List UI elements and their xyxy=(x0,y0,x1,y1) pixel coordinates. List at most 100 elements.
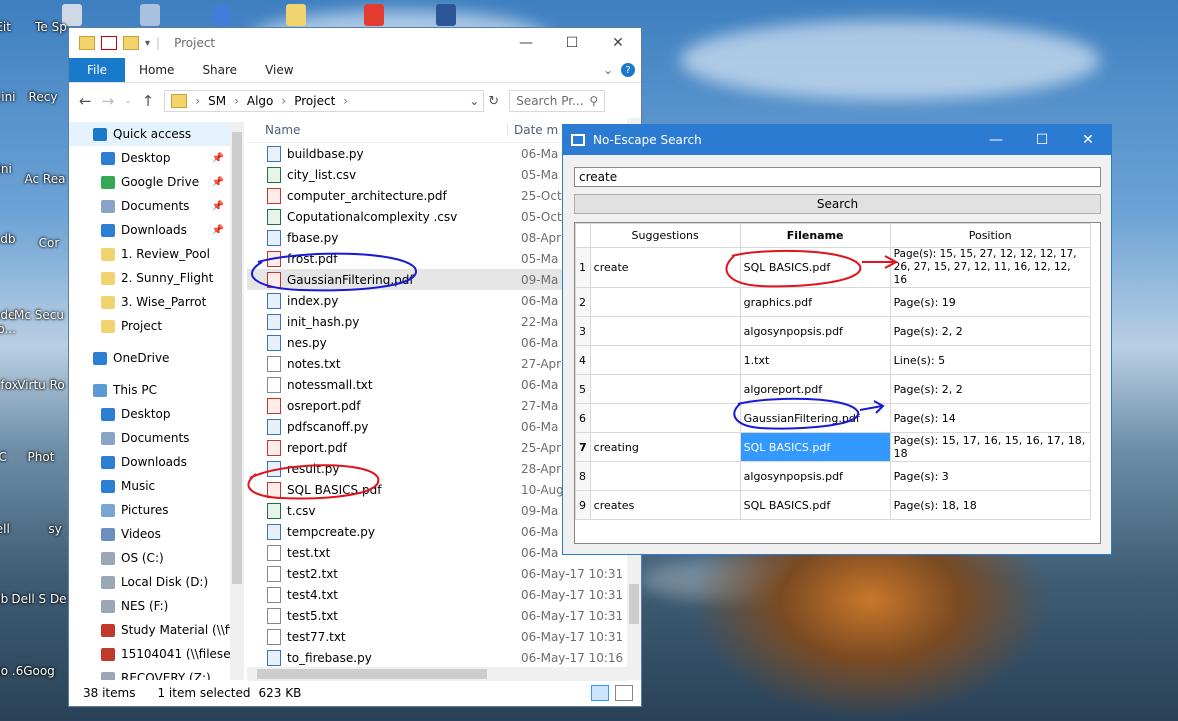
position-cell[interactable]: Page(s): 2, 2 xyxy=(889,374,1091,404)
file-row[interactable]: to_firebase.py 06-May-17 10:16 xyxy=(247,647,627,668)
nav-item[interactable]: 3. Wise_Parrot xyxy=(69,290,232,314)
recent-locations-icon[interactable]: ⌄ xyxy=(124,96,132,106)
suggestion-cell[interactable] xyxy=(589,403,741,433)
suggestion-cell[interactable]: creating xyxy=(589,432,741,462)
position-cell[interactable]: Page(s): 15, 15, 27, 12, 12, 12, 17, 26,… xyxy=(889,247,1091,288)
desktop-icon[interactable] xyxy=(286,4,306,26)
nav-item[interactable]: This PC xyxy=(69,378,232,402)
nav-item[interactable]: Documents xyxy=(69,426,232,450)
suggestion-cell[interactable]: create xyxy=(589,247,741,288)
breadcrumb-algo[interactable]: Algo xyxy=(247,94,274,108)
scroll-thumb[interactable] xyxy=(232,132,242,584)
nav-item[interactable]: Pictures xyxy=(69,498,232,522)
folder-icon[interactable] xyxy=(79,36,95,50)
large-icons-view-icon[interactable] xyxy=(615,685,633,701)
suggestion-cell[interactable]: creates xyxy=(589,490,741,520)
address-dropdown-icon[interactable]: ⌄ xyxy=(469,94,483,108)
desktop-icon[interactable]: Mc Secu xyxy=(10,308,68,322)
back-icon[interactable]: ← xyxy=(79,92,92,110)
details-view-icon[interactable] xyxy=(591,685,609,701)
filename-cell[interactable]: algosynpopsis.pdf xyxy=(739,316,891,346)
search-input[interactable]: Search Pr... ⚲ xyxy=(509,90,606,112)
pin-icon[interactable]: 📌 xyxy=(212,225,224,236)
filename-cell[interactable]: graphics.pdf xyxy=(739,287,891,317)
pin-icon[interactable]: 📌 xyxy=(212,177,224,188)
properties-icon[interactable] xyxy=(101,36,117,50)
nav-item[interactable]: Study Material (\\file xyxy=(69,618,232,642)
nav-item[interactable]: 2. Sunny_Flight xyxy=(69,266,232,290)
position-cell[interactable]: Page(s): 19 xyxy=(889,287,1091,317)
scroll-thumb[interactable] xyxy=(629,584,639,624)
desktop-icon[interactable] xyxy=(436,4,456,26)
table-row[interactable]: 2 graphics.pdf Page(s): 19 xyxy=(575,287,1091,317)
desktop-icon[interactable]: Ac Rea xyxy=(16,172,74,186)
help-icon[interactable]: ? xyxy=(621,63,635,77)
filename-cell[interactable]: algosynpopsis.pdf xyxy=(739,461,891,491)
file-row[interactable]: test77.txt 06-May-17 10:31 xyxy=(247,626,627,647)
customize-toolbar-icon[interactable]: ▾ xyxy=(145,38,150,49)
desktop-icon[interactable] xyxy=(140,4,160,26)
table-row[interactable]: 1 create SQL BASICS.pdf Page(s): 15, 15, 27… xyxy=(575,247,1091,288)
nav-item[interactable]: Music xyxy=(69,474,232,498)
table-row[interactable]: 8 algosynpopsis.pdf Page(s): 3 xyxy=(575,461,1091,491)
position-cell[interactable]: Line(s): 5 xyxy=(889,345,1091,375)
close-icon[interactable]: ✕ xyxy=(595,28,641,58)
tab-view[interactable]: View xyxy=(251,63,307,77)
nav-item[interactable]: 15104041 (\\fileserve xyxy=(69,642,232,666)
nav-item[interactable]: Desktop 📌 xyxy=(69,146,232,170)
nav-item[interactable]: Downloads xyxy=(69,450,232,474)
breadcrumb-project[interactable]: Project xyxy=(294,94,335,108)
nav-item[interactable]: Documents 📌 xyxy=(69,194,232,218)
filename-cell[interactable]: GaussianFiltering.pdf xyxy=(739,403,891,433)
table-row[interactable]: 4 1.txt Line(s): 5 xyxy=(575,345,1091,375)
table-row[interactable]: 7 creating SQL BASICS.pdf Page(s): 15, 17, … xyxy=(575,432,1091,462)
new-folder-icon[interactable] xyxy=(123,36,139,50)
column-date[interactable]: Date m xyxy=(507,123,558,137)
filename-cell[interactable]: algoreport.pdf xyxy=(739,374,891,404)
table-row[interactable]: 3 algosynpopsis.pdf Page(s): 2, 2 xyxy=(575,316,1091,346)
nav-item[interactable]: OneDrive xyxy=(69,346,232,370)
nav-item[interactable]: Project xyxy=(69,314,232,338)
filename-cell[interactable]: SQL BASICS.pdf xyxy=(739,432,891,462)
suggestion-cell[interactable] xyxy=(589,345,741,375)
nav-item[interactable]: OS (C:) xyxy=(69,546,232,570)
up-icon[interactable]: ↑ xyxy=(142,92,155,110)
maximize-icon[interactable]: ☐ xyxy=(549,28,595,58)
position-cell[interactable]: Page(s): 14 xyxy=(889,403,1091,433)
desktop-icon[interactable]: hell xyxy=(0,522,28,536)
table-row[interactable]: 5 algoreport.pdf Page(s): 2, 2 xyxy=(575,374,1091,404)
nav-item[interactable]: Local Disk (D:) xyxy=(69,570,232,594)
nav-item[interactable]: Quick access xyxy=(69,122,232,146)
suggestion-cell[interactable] xyxy=(589,316,741,346)
forward-icon[interactable]: → xyxy=(102,92,115,110)
nav-item[interactable]: 1. Review_Pool xyxy=(69,242,232,266)
desktop-icon[interactable]: Virtu Ro xyxy=(12,378,70,392)
desktop-icon[interactable] xyxy=(212,4,232,26)
tab-file[interactable]: File xyxy=(69,58,125,82)
column-name[interactable]: Name xyxy=(247,123,507,137)
nav-item[interactable]: RECOVERY (Z:) xyxy=(69,666,232,680)
breadcrumb-sm[interactable]: SM xyxy=(208,94,226,108)
pin-icon[interactable]: 📌 xyxy=(212,201,224,212)
desktop-icon[interactable]: Phot xyxy=(12,450,70,464)
position-cell[interactable]: Page(s): 3 xyxy=(889,461,1091,491)
nav-item[interactable]: NES (F:) xyxy=(69,594,232,618)
position-cell[interactable]: Page(s): 2, 2 xyxy=(889,316,1091,346)
nav-item[interactable]: Desktop xyxy=(69,402,232,426)
minimize-icon[interactable]: — xyxy=(503,28,549,58)
nav-item[interactable]: Downloads 📌 xyxy=(69,218,232,242)
refresh-icon[interactable]: ↻ xyxy=(488,94,499,109)
suggestion-cell[interactable] xyxy=(589,287,741,317)
filename-cell[interactable]: SQL BASICS.pdf xyxy=(739,247,891,288)
column-position[interactable]: Position xyxy=(889,223,1091,248)
query-input[interactable]: create xyxy=(574,167,1101,187)
file-row[interactable]: test4.txt 06-May-17 10:31 xyxy=(247,584,627,605)
desktop-icon[interactable]: Recy xyxy=(14,90,72,104)
file-row[interactable]: test5.txt 06-May-17 10:31 xyxy=(247,605,627,626)
column-suggestions[interactable]: Suggestions xyxy=(589,223,741,248)
close-icon[interactable]: ✕ xyxy=(1065,125,1111,155)
suggestion-cell[interactable] xyxy=(589,374,741,404)
column-filename[interactable]: Filename xyxy=(739,223,891,248)
filename-cell[interactable]: 1.txt xyxy=(739,345,891,375)
nav-item[interactable]: Videos xyxy=(69,522,232,546)
